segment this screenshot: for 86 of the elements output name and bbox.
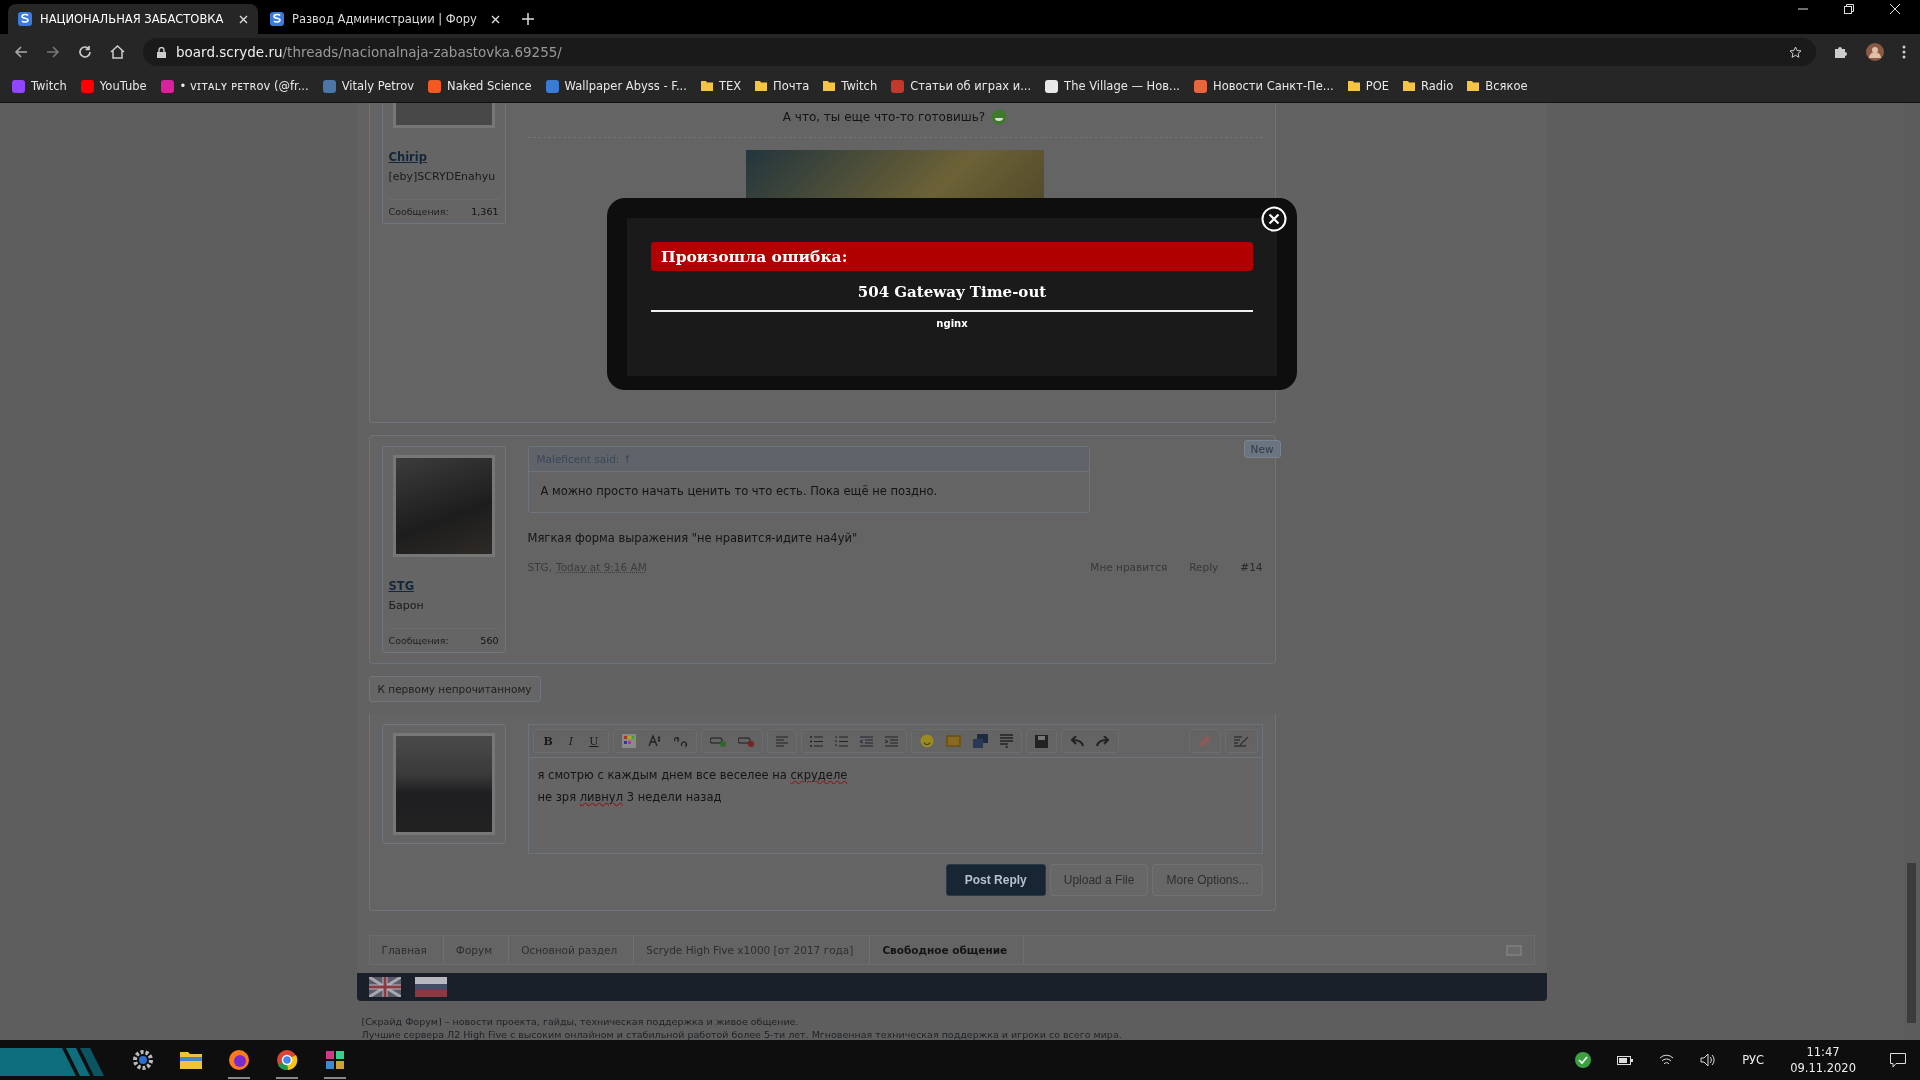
forward-arrow-icon[interactable] [46, 45, 60, 59]
bookmark[interactable]: YouTube [80, 79, 147, 93]
url-text: board.scryde.ru/threads/nacionalnaja-zabastovka.69255/ [176, 44, 562, 60]
site-icon [322, 79, 336, 93]
check-circle-icon[interactable] [1575, 1052, 1592, 1068]
gear-icon[interactable] [132, 1049, 154, 1071]
numbered-list-icon[interactable] [835, 735, 849, 747]
uk-flag-icon[interactable] [368, 977, 401, 997]
site-favicon-icon [270, 12, 284, 26]
site-icon [160, 79, 174, 93]
lock-icon [157, 46, 166, 58]
address-bar[interactable]: board.scryde.ru/threads/nacionalnaja-zabastovka.69255/ [143, 38, 1816, 66]
close-icon[interactable] [491, 14, 500, 24]
new-badge: New [1243, 440, 1281, 458]
stat-label: Сообщения: [388, 635, 449, 646]
folder-icon [1403, 80, 1415, 92]
message-text: Мягкая форма выражения "не нравится-идите на4уй" [527, 531, 859, 545]
folder-icon [823, 80, 836, 92]
clock[interactable]: 11:47 09.11.2020 [1790, 1045, 1856, 1075]
bookmark[interactable]: Vitaly Petrov [322, 79, 415, 93]
bookmark[interactable]: Twitch [823, 79, 878, 93]
plus-icon[interactable] [522, 13, 534, 25]
redo-icon[interactable] [1096, 735, 1111, 747]
avatar-icon[interactable] [1866, 43, 1884, 61]
bookmark[interactable]: Radio [1403, 79, 1454, 93]
menu-icon[interactable] [1902, 45, 1906, 59]
site-icon [1194, 79, 1207, 93]
bookmark[interactable]: Naked Science [428, 79, 532, 93]
battery-icon[interactable] [1617, 1054, 1634, 1066]
error-message: 504 Gateway Time-out [857, 282, 1047, 303]
bookmark[interactable]: Всякое [1467, 79, 1528, 93]
editor-action-button[interactable]: Post Reply [945, 864, 1046, 896]
bookmark[interactable]: TEX [700, 79, 742, 93]
message-text: А что, ты еще что-то готовишь? [782, 110, 986, 124]
language-indicator[interactable]: РУС [1742, 1053, 1765, 1067]
site-icon [1045, 79, 1059, 93]
folder-icon [700, 80, 713, 92]
bullet-list-icon[interactable] [810, 735, 824, 747]
grinning-smiley-icon [991, 109, 1008, 125]
error-title: Произошла ошибка: [651, 242, 1253, 271]
user-title: Барон [388, 599, 425, 612]
message-count: 1,361 [471, 206, 499, 217]
undo-icon[interactable] [1070, 735, 1085, 747]
reload-icon[interactable] [78, 45, 92, 59]
bookmark[interactable]: Статьи об играх и... [891, 79, 1032, 93]
notification-icon[interactable] [1890, 1052, 1906, 1068]
close-icon[interactable] [1890, 4, 1900, 14]
bookmark[interactable]: The Village — Нов... [1045, 79, 1180, 93]
color-palette-icon[interactable] [622, 734, 637, 748]
site-icon [545, 79, 559, 93]
close-icon[interactable] [239, 14, 248, 24]
colorful-app-icon[interactable] [324, 1049, 346, 1079]
font-size-icon[interactable] [648, 734, 663, 748]
user-title: [eby]SCRYDEnahyu [388, 170, 497, 183]
wifi-icon[interactable] [1659, 1054, 1675, 1066]
browser-tab[interactable]: Развод Администрации | Фору [260, 4, 510, 34]
media-icon[interactable] [973, 734, 989, 748]
speaker-icon[interactable] [1700, 1053, 1717, 1067]
site-favicon-icon [18, 12, 32, 26]
bookmark[interactable]: Wallpaper Abyss - F... [545, 79, 687, 93]
server-name: nginx [936, 317, 968, 329]
back-arrow-icon[interactable] [14, 45, 28, 59]
folder-icon [1467, 80, 1480, 92]
chrome-icon[interactable] [276, 1049, 298, 1079]
bookmark[interactable]: Twitch [12, 79, 67, 93]
firefox-icon[interactable] [228, 1049, 250, 1079]
russian-flag-icon[interactable] [414, 977, 447, 997]
site-icon [428, 79, 442, 93]
browser-tab[interactable]: НАЦИОНАЛЬНАЯ ЗАБАСТОВКА [8, 4, 258, 34]
message-count: 560 [480, 635, 499, 646]
bookmark[interactable]: Новости Санкт-Пе... [1194, 79, 1334, 93]
bookmark[interactable]: • ᴠɪᴛᴀʟʏ ᴘᴇᴛʀᴏᴠ (@fr... [160, 79, 309, 93]
site-icon [891, 79, 905, 93]
folder-icon [755, 80, 768, 92]
site-icon [80, 79, 94, 93]
home-icon[interactable] [110, 45, 125, 59]
stat-label: Сообщения: [388, 206, 449, 217]
restore-icon[interactable] [1844, 4, 1854, 14]
bookmark[interactable]: Почта [755, 79, 810, 93]
folder-icon[interactable] [180, 1051, 202, 1069]
site-icon [12, 79, 25, 93]
quote-text: А можно просто начать ценить то что есть. Пока ещё не поздно. [539, 483, 939, 500]
puzzle-piece-icon[interactable] [1834, 45, 1848, 59]
bookmark[interactable]: POE [1347, 79, 1389, 93]
folder-icon [1347, 80, 1360, 92]
star-icon[interactable] [1789, 45, 1802, 59]
